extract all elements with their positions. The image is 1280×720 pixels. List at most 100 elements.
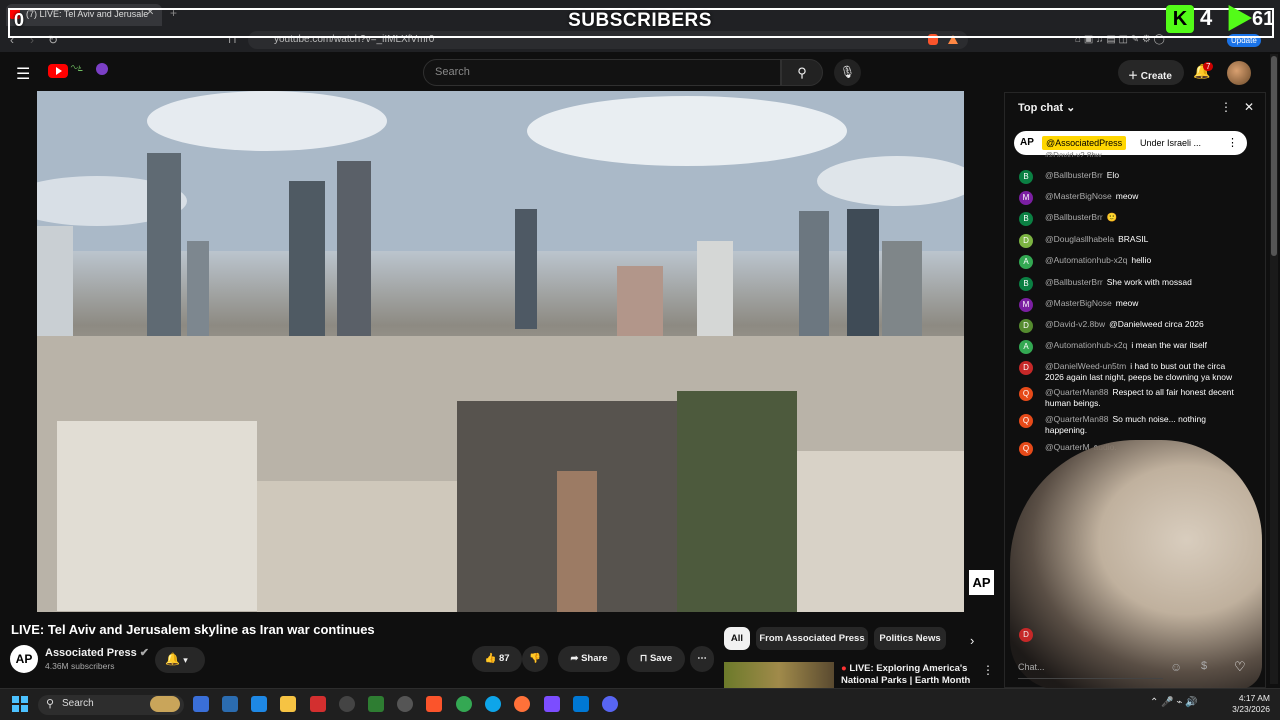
- chevron-down-icon: ▾: [183, 655, 188, 665]
- more-actions-icon[interactable]: ⋯: [690, 646, 714, 672]
- system-tray-icons[interactable]: ⌃ 🎤 ⌁ 🔊: [1150, 697, 1198, 708]
- chat-message-body: @Automationhub-x2q hellio: [1045, 255, 1244, 266]
- edge-icon[interactable]: [485, 696, 501, 712]
- create-button[interactable]: ＋ Create: [1118, 60, 1184, 85]
- dislike-button[interactable]: 👎: [522, 646, 548, 672]
- chat-message[interactable]: D @Douglasllhabela BRASIL: [1019, 234, 1244, 248]
- ap-avatar-icon: AP: [1020, 137, 1034, 148]
- chat-author[interactable]: @Douglasllhabela: [1045, 234, 1114, 244]
- taskbar-search-label: Search: [62, 698, 94, 709]
- chat-author[interactable]: @DanielWeed-un5tm: [1045, 361, 1126, 371]
- scrollbar-thumb[interactable]: [1271, 56, 1277, 256]
- pinned-menu-icon[interactable]: ⋮: [1227, 136, 1238, 149]
- chat-mode-selector[interactable]: Top chat ⌄: [1018, 101, 1075, 114]
- chat-close-icon[interactable]: ✕: [1244, 100, 1254, 114]
- subscription-bell-button[interactable]: 🔔 ▾: [155, 647, 205, 673]
- chat-input[interactable]: Chat...: [1018, 657, 1163, 679]
- share-button[interactable]: ➦ Share: [558, 646, 620, 672]
- widgets-icon[interactable]: [150, 696, 180, 712]
- outlook-icon[interactable]: [222, 696, 238, 712]
- chip-from-associated-press[interactable]: From Associated Press: [756, 627, 868, 650]
- up-next-more-icon[interactable]: ⋮: [982, 663, 994, 677]
- video-player[interactable]: [37, 91, 964, 612]
- chips-next-icon[interactable]: ›: [970, 633, 974, 648]
- app-icon[interactable]: [310, 696, 326, 712]
- chat-author[interactable]: @QuarterMan88: [1045, 387, 1108, 397]
- like-button[interactable]: 👍 87: [472, 646, 522, 672]
- chat-author[interactable]: @BallbusterBrr: [1045, 277, 1103, 287]
- chat-message[interactable]: B @BallbusterBrr She work with mossad: [1019, 277, 1244, 291]
- app-icon[interactable]: [397, 696, 413, 712]
- chat-avatar: A: [1019, 340, 1033, 354]
- search-button[interactable]: ⚲: [781, 59, 823, 86]
- chat-message-body: @MasterBigNose meow: [1045, 191, 1244, 202]
- chat-author[interactable]: @MasterBigNose: [1045, 191, 1112, 201]
- city-skyline-image: [37, 91, 964, 612]
- chat-author[interactable]: @MasterBigNose: [1045, 298, 1112, 308]
- kick-icon: K: [1166, 5, 1194, 33]
- chat-message[interactable]: D @David-v2.8bw @Danielweed circa 2026: [1019, 319, 1244, 333]
- app-icon[interactable]: [339, 696, 355, 712]
- video-title: LIVE: Tel Aviv and Jerusalem skyline as …: [11, 622, 375, 637]
- windows-start-icon[interactable]: [12, 696, 28, 712]
- chrome-icon[interactable]: [456, 696, 472, 712]
- rumble-count: 61: [1252, 8, 1275, 30]
- chat-message[interactable]: D @DanielWeed-un5tm i had to bust out the …: [1019, 361, 1244, 383]
- app-icon[interactable]: [251, 696, 267, 712]
- user-avatar[interactable]: [1227, 61, 1251, 85]
- hamburger-menu-icon[interactable]: ☰: [16, 64, 30, 84]
- taskbar-clock[interactable]: 4:17 AM 3/23/2026: [1222, 693, 1270, 715]
- chat-message[interactable]: A @Automationhub-x2q i mean the war itself: [1019, 340, 1244, 354]
- emoji-icon[interactable]: ☺: [1170, 660, 1182, 674]
- chip-politics-news[interactable]: Politics News: [874, 627, 946, 650]
- chat-message[interactable]: Q @QuarterMan88 So much noise... nothing h…: [1019, 414, 1244, 436]
- kick-count: 4: [1200, 5, 1213, 30]
- vscode-icon[interactable]: [573, 696, 589, 712]
- chat-message[interactable]: M @MasterBigNose meow: [1019, 298, 1244, 312]
- super-chat-icon[interactable]: $: [1201, 660, 1207, 672]
- chat-author[interactable]: @BallbusterBrr: [1045, 170, 1103, 180]
- chat-message[interactable]: M @MasterBigNose meow: [1019, 191, 1244, 205]
- app-icon[interactable]: [544, 696, 560, 712]
- chat-message[interactable]: Q @QuarterMan88 Respect to all fair honest…: [1019, 387, 1244, 409]
- chat-avatar: A: [1019, 255, 1033, 269]
- chat-message[interactable]: B @BallbusterBrr 🙂: [1019, 212, 1244, 226]
- chat-message-body: @BallbusterBrr Elo: [1045, 170, 1244, 181]
- chevron-down-icon: ⌄: [1066, 102, 1076, 114]
- chat-avatar: D: [1019, 628, 1033, 642]
- search-input[interactable]: Search: [423, 59, 781, 86]
- chat-author[interactable]: @BallbusterBrr: [1045, 212, 1103, 222]
- chat-avatar: B: [1019, 277, 1033, 291]
- subscriber-count: 4.36M subscribers: [45, 661, 115, 671]
- brave-browser-icon[interactable]: [426, 696, 442, 712]
- save-button[interactable]: ⊓ Save: [627, 646, 685, 672]
- search-icon: ⚲: [797, 65, 807, 80]
- chat-menu-icon[interactable]: ⋮: [1220, 100, 1232, 114]
- chat-author[interactable]: @Automationhub-x2q: [1045, 340, 1127, 350]
- firefox-icon[interactable]: [514, 696, 530, 712]
- mic-icon[interactable]: 🎙: [834, 59, 861, 86]
- windows-taskbar: [0, 688, 1280, 720]
- heart-icon[interactable]: ♡: [1234, 659, 1246, 675]
- chat-message[interactable]: A @Automationhub-x2q hellio: [1019, 255, 1244, 269]
- overlay-title: SUBSCRIBERS: [568, 10, 712, 31]
- app-icon[interactable]: [368, 696, 384, 712]
- ap-watermark: AP: [969, 570, 994, 595]
- chip-all[interactable]: All: [724, 627, 750, 650]
- up-next-thumbnail[interactable]: [724, 662, 834, 688]
- chat-message-body: @BallbusterBrr She work with mossad: [1045, 277, 1244, 288]
- streamer-webcam-overlay: [1010, 440, 1262, 690]
- youtube-logo[interactable]: [48, 64, 68, 78]
- channel-avatar[interactable]: AP: [10, 645, 38, 673]
- chat-message[interactable]: B @BallbusterBrr Elo: [1019, 170, 1244, 184]
- chat-author[interactable]: @Automationhub-x2q: [1045, 255, 1127, 265]
- channel-name[interactable]: Associated Press ✔: [45, 646, 149, 659]
- chat-avatar: Q: [1019, 442, 1033, 456]
- chat-text: hellio: [1131, 255, 1152, 265]
- chat-author[interactable]: @David-v2.8bw: [1045, 319, 1105, 329]
- file-explorer-icon[interactable]: [280, 696, 296, 712]
- chat-message-body: @BallbusterBrr 🙂: [1045, 212, 1244, 223]
- chat-author[interactable]: @QuarterMan88: [1045, 414, 1108, 424]
- discord-icon[interactable]: [602, 696, 618, 712]
- task-view-icon[interactable]: [193, 696, 209, 712]
